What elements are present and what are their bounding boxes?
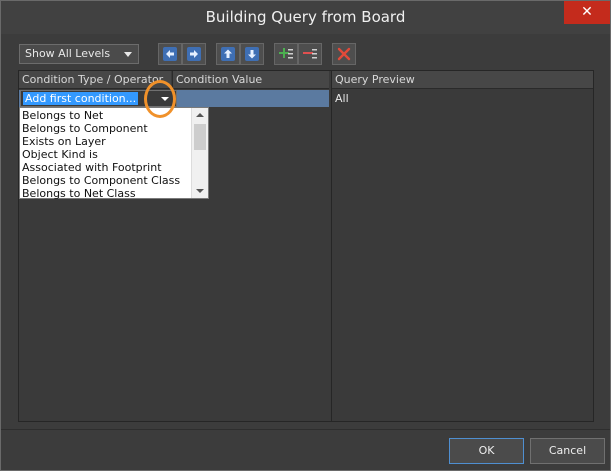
delete-icon (337, 47, 351, 61)
dialog-window: Building Query from Board ✕ Show All Lev… (0, 0, 611, 471)
dropdown-option[interactable]: Object Kind is (22, 148, 192, 161)
column-header-condition-value[interactable]: Condition Value (172, 71, 329, 89)
dropdown-option[interactable]: Belongs to Component (22, 122, 192, 135)
move-left-button[interactable] (158, 43, 182, 65)
ok-button[interactable]: OK (449, 438, 524, 464)
query-preview-text: All (335, 92, 349, 105)
footer-divider (1, 429, 610, 430)
dropdown-option[interactable]: Belongs to Net Class (22, 187, 192, 200)
remove-condition-icon (303, 49, 317, 59)
cancel-button[interactable]: Cancel (530, 438, 605, 464)
delete-button[interactable] (332, 43, 356, 65)
dropdown-option[interactable]: Associated with Footprint (22, 161, 192, 174)
move-down-button[interactable] (240, 43, 264, 65)
condition-row[interactable]: Add first condition... (19, 90, 329, 107)
arrow-left-icon (163, 47, 177, 61)
move-up-button[interactable] (216, 43, 240, 65)
dropdown-option[interactable]: Belongs to Component Class (22, 174, 192, 187)
arrow-down-icon (245, 47, 259, 61)
remove-condition-button[interactable] (298, 43, 322, 65)
title-bar: Building Query from Board ✕ (1, 1, 610, 34)
column-header-query-preview: Query Preview (332, 71, 593, 89)
column-header-condition-type[interactable]: Condition Type / Operator (19, 71, 171, 89)
dropdown-option[interactable]: Exists on Layer (22, 135, 192, 148)
close-icon: ✕ (581, 4, 593, 20)
arrow-up-icon (221, 47, 235, 61)
move-right-button[interactable] (182, 43, 206, 65)
chevron-down-icon[interactable] (156, 91, 174, 106)
dropdown-option[interactable]: Belongs to Net (22, 109, 192, 122)
scroll-thumb[interactable] (194, 124, 206, 150)
scroll-down-icon[interactable] (192, 184, 208, 198)
levels-select[interactable]: Show All Levels (19, 44, 139, 64)
scroll-up-icon[interactable] (192, 108, 208, 122)
chevron-down-icon (124, 52, 132, 57)
close-button[interactable]: ✕ (564, 1, 610, 24)
levels-select-value: Show All Levels (25, 47, 111, 60)
dialog-title: Building Query from Board (205, 8, 406, 26)
query-preview-pane: Query Preview All (332, 71, 593, 421)
condition-type-dropdown-list[interactable]: Belongs to Net Belongs to Component Exists… (19, 107, 209, 200)
condition-type-combo[interactable]: Add first condition... (20, 90, 177, 107)
dropdown-scrollbar[interactable] (191, 108, 208, 198)
dropdown-options: Belongs to Net Belongs to Component Exists… (22, 109, 192, 200)
condition-type-combo-value: Add first condition... (23, 92, 139, 105)
arrow-right-icon (187, 47, 201, 61)
add-condition-icon (279, 48, 293, 59)
add-condition-button[interactable] (274, 43, 298, 65)
